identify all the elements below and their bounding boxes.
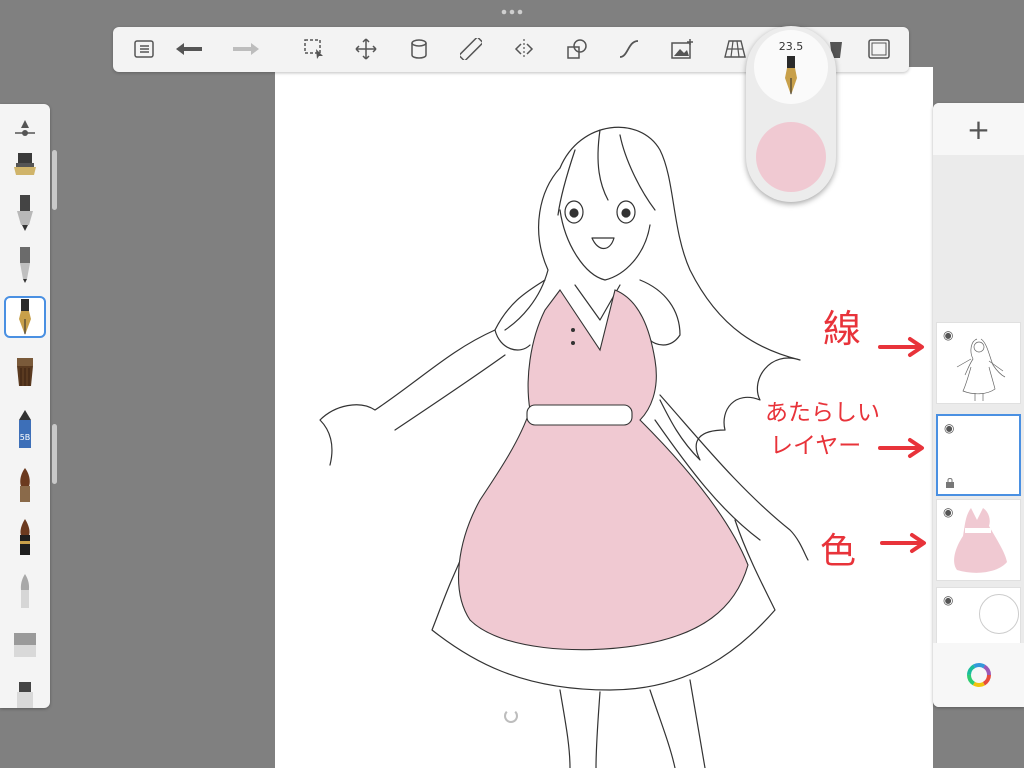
transform-icon[interactable] bbox=[350, 34, 382, 64]
calligraphy-brush-icon[interactable] bbox=[4, 516, 46, 558]
arrow-new-layer-icon bbox=[878, 438, 924, 458]
eye-icon[interactable]: ◉ bbox=[943, 593, 953, 607]
menu-icon[interactable] bbox=[128, 34, 160, 64]
round-brush-icon[interactable] bbox=[4, 464, 46, 506]
annotation-color: 色 bbox=[820, 531, 857, 572]
brush-puck[interactable]: 23.5 bbox=[746, 26, 836, 202]
ruler-icon[interactable] bbox=[455, 34, 487, 64]
undo-icon[interactable] bbox=[173, 34, 205, 64]
pencil-label: 5B bbox=[20, 433, 31, 442]
selection-icon[interactable] bbox=[298, 34, 330, 64]
arrow-color-icon bbox=[880, 533, 926, 553]
more-dots-icon[interactable] bbox=[499, 7, 525, 17]
ink-pen-icon[interactable] bbox=[4, 296, 46, 338]
arrow-line-icon bbox=[878, 337, 924, 357]
paint-brush-icon[interactable] bbox=[4, 352, 46, 394]
pencil-tip-icon[interactable] bbox=[4, 244, 46, 286]
add-layer-button[interactable]: + bbox=[933, 103, 1024, 155]
current-color-swatch[interactable] bbox=[756, 122, 826, 192]
color-wheel-button[interactable] bbox=[933, 643, 1024, 707]
brush-palette-grip-top[interactable] bbox=[52, 150, 57, 210]
layer-thumbnail-new[interactable]: ◉ bbox=[936, 414, 1021, 496]
layer-thumbnail-line[interactable]: ◉ bbox=[936, 322, 1021, 404]
brush-size-value: 23.5 bbox=[778, 40, 804, 53]
eye-icon[interactable]: ◉ bbox=[944, 421, 954, 435]
brush-size-control[interactable]: 23.5 bbox=[754, 30, 828, 104]
shapes-icon[interactable] bbox=[561, 34, 593, 64]
loading-spinner bbox=[504, 709, 518, 723]
curve-icon[interactable] bbox=[613, 34, 645, 64]
background-color-swatch[interactable] bbox=[979, 594, 1019, 634]
annotation-new-layer-1: あたらしい bbox=[765, 400, 880, 426]
lock-icon[interactable] bbox=[945, 478, 955, 488]
annotation-new-layer-2: レイヤー bbox=[770, 433, 862, 459]
brush-palette-grip-bottom[interactable] bbox=[52, 424, 57, 484]
perspective-icon[interactable] bbox=[719, 34, 751, 64]
redo-icon[interactable] bbox=[230, 34, 262, 64]
ink-pen-icon bbox=[785, 56, 797, 95]
brush-palette: 5B bbox=[0, 104, 50, 708]
pencil-5b-icon[interactable]: 5B bbox=[4, 408, 46, 450]
line-layer-preview bbox=[956, 338, 1006, 401]
symmetry-icon[interactable] bbox=[508, 34, 540, 64]
soft-brush-icon[interactable] bbox=[4, 570, 46, 612]
smudge-icon[interactable] bbox=[4, 674, 46, 716]
add-image-icon[interactable] bbox=[667, 34, 699, 64]
color-wheel-icon bbox=[966, 663, 991, 687]
layer-panel: + ◉ ◉ ◉ ◉ bbox=[933, 103, 1024, 707]
fullscreen-icon[interactable] bbox=[863, 34, 895, 64]
color-layer-preview bbox=[954, 508, 1007, 573]
eraser-icon[interactable] bbox=[4, 624, 46, 666]
annotation-line: 線 bbox=[823, 307, 862, 351]
layer-thumbnail-color[interactable]: ◉ bbox=[936, 499, 1021, 581]
marker-icon[interactable] bbox=[4, 192, 46, 234]
airbrush-icon[interactable] bbox=[4, 144, 46, 186]
fill-icon[interactable] bbox=[403, 34, 435, 64]
